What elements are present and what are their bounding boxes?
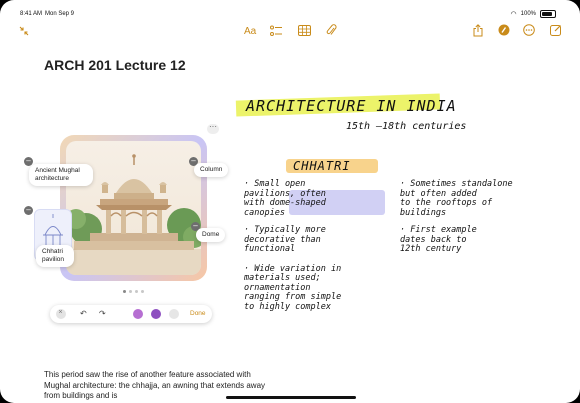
page-dot[interactable] <box>135 290 138 293</box>
cleanup-icon[interactable] <box>169 309 179 319</box>
wifi-icon: ◠ <box>510 11 517 18</box>
page-dot[interactable] <box>123 290 126 293</box>
label-chhatri-pavilion[interactable]: Chhatri pavilion <box>36 245 74 267</box>
handwritten-heading: ARCHITECTURE IN INDIA <box>246 97 457 115</box>
status-bar: 8:41 AM Mon Sep 9 ◠ 100% <box>0 0 580 18</box>
note-title: ARCH 201 Lecture 12 <box>44 57 186 73</box>
checklist-icon[interactable] <box>270 25 283 37</box>
notes-column-1: · Small open pavilions, often with dome-… <box>244 179 341 312</box>
battery-icon <box>540 10 556 18</box>
close-glyph: × <box>58 309 63 316</box>
notes-column-2: · Sometimes standalone but often added t… <box>400 179 513 255</box>
more-icon[interactable] <box>523 24 535 36</box>
handwritten-subheading: CHHATRI <box>293 159 351 173</box>
markup-icon[interactable] <box>498 24 510 36</box>
remove-label-button[interactable]: – <box>24 206 33 215</box>
ipad-screen: 8:41 AM Mon Sep 9 ◠ 100% Aa ARCH 201 Lec… <box>0 0 580 403</box>
label-dome[interactable]: Dome <box>196 228 226 242</box>
collapse-icon[interactable] <box>19 26 29 36</box>
home-indicator[interactable] <box>226 396 356 399</box>
handwritten-dates: 15th –18th centuries <box>346 121 467 132</box>
attachment-icon[interactable] <box>326 24 337 37</box>
status-date: Mon Sep 9 <box>45 11 75 17</box>
status-indicators: ◠ 100% <box>511 10 556 18</box>
label-ancient-mughal[interactable]: Ancient Mughal architecture <box>29 164 93 186</box>
done-button[interactable]: Done <box>190 310 206 317</box>
compose-icon[interactable] <box>550 24 562 36</box>
note-line: to highly complex <box>244 301 331 312</box>
page-dot[interactable] <box>141 290 144 293</box>
person-icon[interactable] <box>151 309 161 319</box>
format-button[interactable]: Aa <box>244 26 256 37</box>
share-icon[interactable] <box>473 24 483 37</box>
image-edit-toolbar: × ↶ ↷ Done <box>50 305 212 323</box>
label-column[interactable]: Column <box>194 163 229 177</box>
battery-percent: 100% <box>520 11 536 17</box>
image-card[interactable] <box>60 135 207 281</box>
image-more-button[interactable]: ··· <box>207 123 219 134</box>
add-icon[interactable] <box>133 309 143 319</box>
table-icon[interactable] <box>298 25 311 36</box>
page-dots[interactable] <box>123 290 144 293</box>
redo-icon[interactable]: ↷ <box>99 309 106 318</box>
status-time: 8:41 AM <box>20 11 43 17</box>
note-line: functional <box>244 244 296 254</box>
note-line: buildings <box>400 207 447 218</box>
page-dot[interactable] <box>129 290 132 293</box>
undo-icon[interactable]: ↶ <box>80 309 87 318</box>
chhatri-image <box>66 141 201 275</box>
note-line: 12th century <box>400 244 462 254</box>
note-line: canopies <box>244 207 285 218</box>
